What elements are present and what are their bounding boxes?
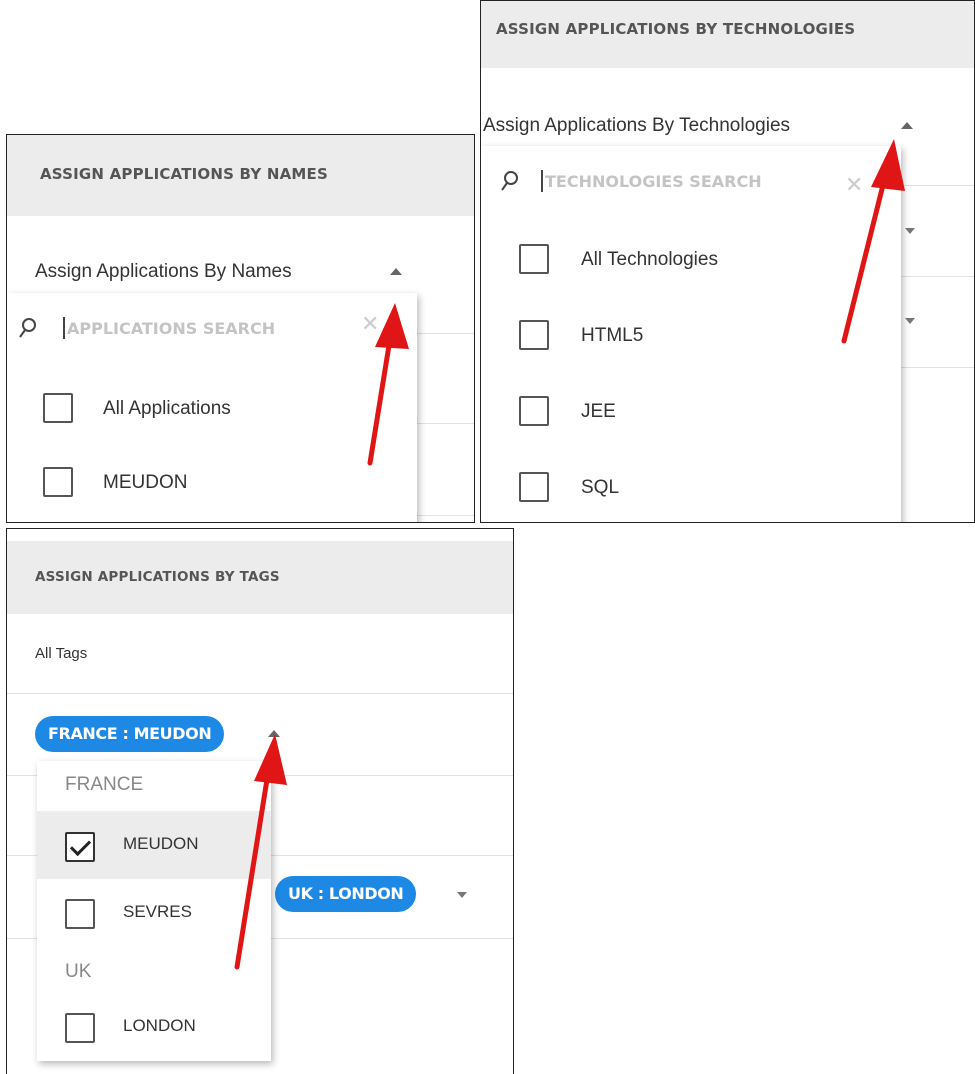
technologies-panel: ASSIGN APPLICATIONS BY TECHNOLOGIES Assi… [480,0,975,523]
tags-panel: ASSIGN APPLICATIONS BY TAGS All Tags FRA… [6,528,514,1074]
annotation-arrow-icon [841,139,905,344]
names-panel: ASSIGN APPLICATIONS BY NAMES Assign Appl… [6,134,475,523]
annotation-arrow-icon [367,303,409,466]
annotation-arrow-icon [234,734,287,970]
